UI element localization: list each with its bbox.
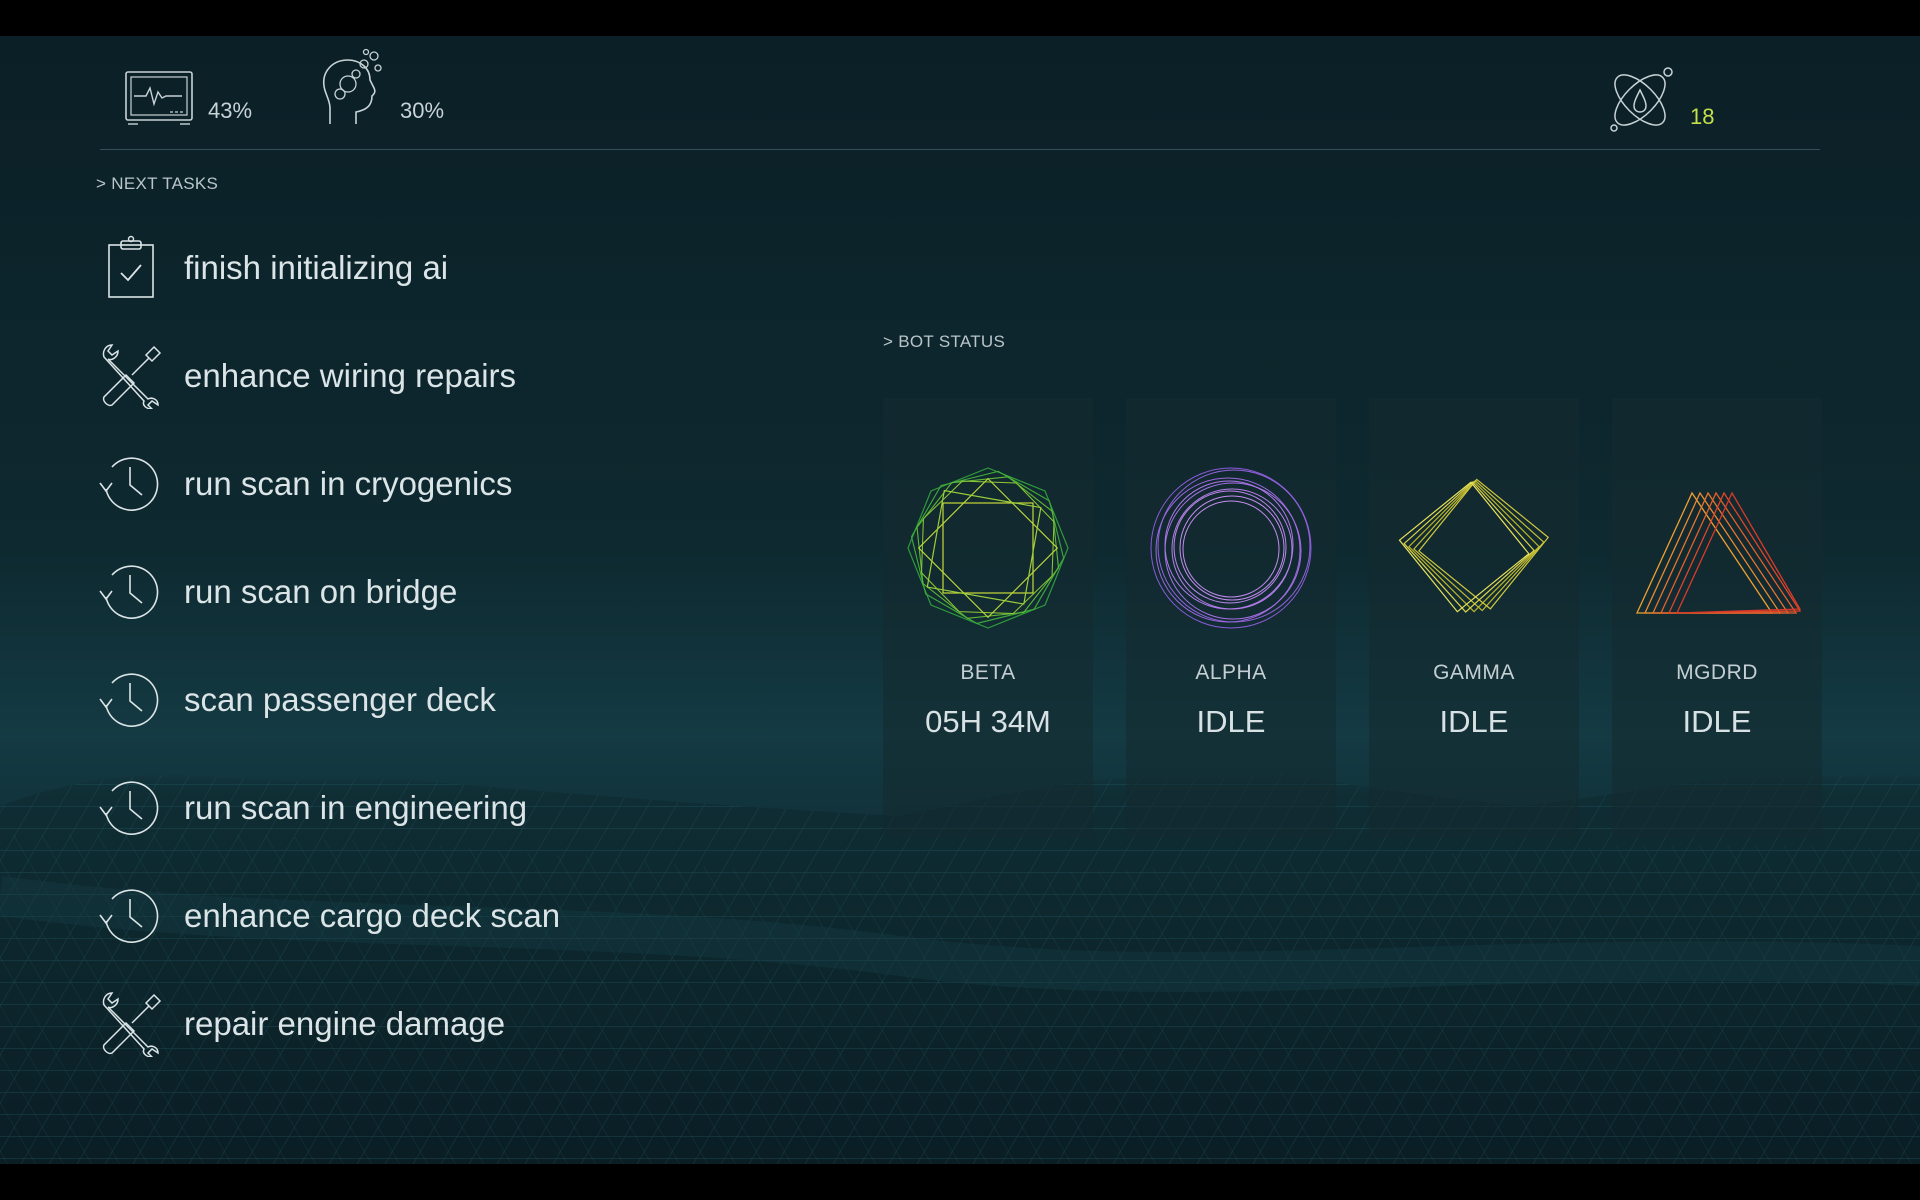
task-label: enhance wiring repairs [184, 357, 517, 394]
mind-stat[interactable]: 30% [316, 48, 444, 128]
task-item[interactable]: repair engine damage [96, 989, 505, 1059]
task-item[interactable]: enhance cargo deck scan [96, 881, 560, 951]
bot-card-gamma[interactable]: GAMMA IDLE [1369, 398, 1579, 838]
bot-status: IDLE [1682, 704, 1752, 739]
clock-history-icon [99, 673, 159, 727]
next-tasks-heading: > NEXT TASKS [96, 174, 219, 193]
task-label: run scan in engineering [184, 789, 528, 826]
task-item[interactable]: run scan in engineering [96, 773, 527, 843]
task-label: run scan in cryogenics [184, 465, 513, 502]
diamond-spiral-icon [1398, 478, 1550, 613]
task-item[interactable]: run scan on bridge [96, 557, 457, 627]
clock-history-icon [99, 457, 159, 511]
wrench-screwdriver-icon [102, 992, 162, 1057]
task-label: run scan on bridge [184, 573, 458, 610]
bot-status: 05H 34M [925, 704, 1051, 739]
bot-name: ALPHA [1195, 661, 1267, 684]
bot-name: GAMMA [1433, 661, 1515, 684]
mind-value: 30% [400, 98, 445, 123]
bot-name: MGDRD [1676, 661, 1758, 684]
heart-monitor-icon [125, 71, 193, 125]
triangle-spiral-icon [1635, 491, 1802, 614]
task-item[interactable]: scan passenger deck [96, 665, 496, 735]
bot-name: BETA [960, 661, 1016, 684]
task-label: repair engine damage [184, 1005, 506, 1042]
task-label: enhance cargo deck scan [184, 897, 561, 934]
bot-card-mgdrd[interactable]: MGDRD IDLE [1612, 398, 1822, 838]
header-divider [100, 149, 1820, 150]
task-item[interactable]: finish initializing ai [96, 233, 448, 303]
ring-spiral-icon [1150, 467, 1312, 629]
bot-status-heading: > BOT STATUS [883, 332, 1006, 351]
octagon-spiral-icon [907, 467, 1069, 629]
energy-value: 18 [1690, 104, 1715, 129]
clock-history-icon [99, 889, 159, 943]
task-label: finish initializing ai [184, 249, 449, 286]
brain-head-icon [323, 48, 382, 124]
dashboard-screen: 43% 30% 18 > NEXT TASKS finish initializ… [0, 36, 1920, 1164]
bot-status: IDLE [1196, 704, 1266, 739]
clock-history-icon [99, 565, 159, 619]
vitals-value: 43% [208, 98, 253, 123]
task-item[interactable]: run scan in cryogenics [96, 449, 512, 519]
bot-card-alpha[interactable]: ALPHA IDLE [1126, 398, 1336, 838]
bot-status: IDLE [1439, 704, 1509, 739]
wrench-screwdriver-icon [102, 344, 162, 409]
clipboard-check-icon [108, 235, 154, 298]
energy-stat[interactable]: 18 [1606, 64, 1714, 134]
vitals-stat[interactable]: 43% [124, 68, 252, 128]
bot-card-beta[interactable]: BETA 05H 34M [883, 398, 1093, 838]
atom-drop-icon [1610, 67, 1673, 132]
task-label: scan passenger deck [184, 681, 496, 718]
task-item[interactable]: enhance wiring repairs [96, 341, 516, 411]
clock-history-icon [99, 781, 159, 835]
